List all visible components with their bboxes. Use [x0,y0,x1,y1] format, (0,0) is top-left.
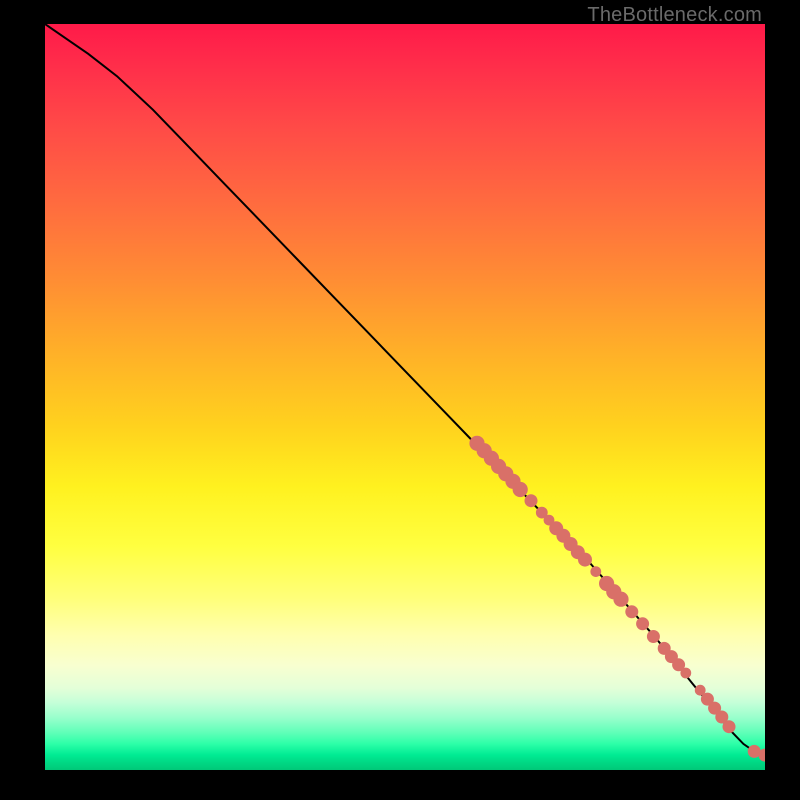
chart-frame: TheBottleneck.com [0,0,800,800]
data-marker [578,553,592,567]
data-marker [723,720,736,733]
curve-line [45,24,765,755]
data-marker [590,566,601,577]
data-marker [625,605,638,618]
chart-overlay [45,24,765,770]
data-marker [636,617,649,630]
data-marker [513,482,528,497]
data-marker [647,630,660,643]
data-marker [525,494,538,507]
plot-area[interactable] [45,24,765,770]
data-markers [469,436,765,762]
data-marker [613,592,628,607]
data-marker [680,668,691,679]
